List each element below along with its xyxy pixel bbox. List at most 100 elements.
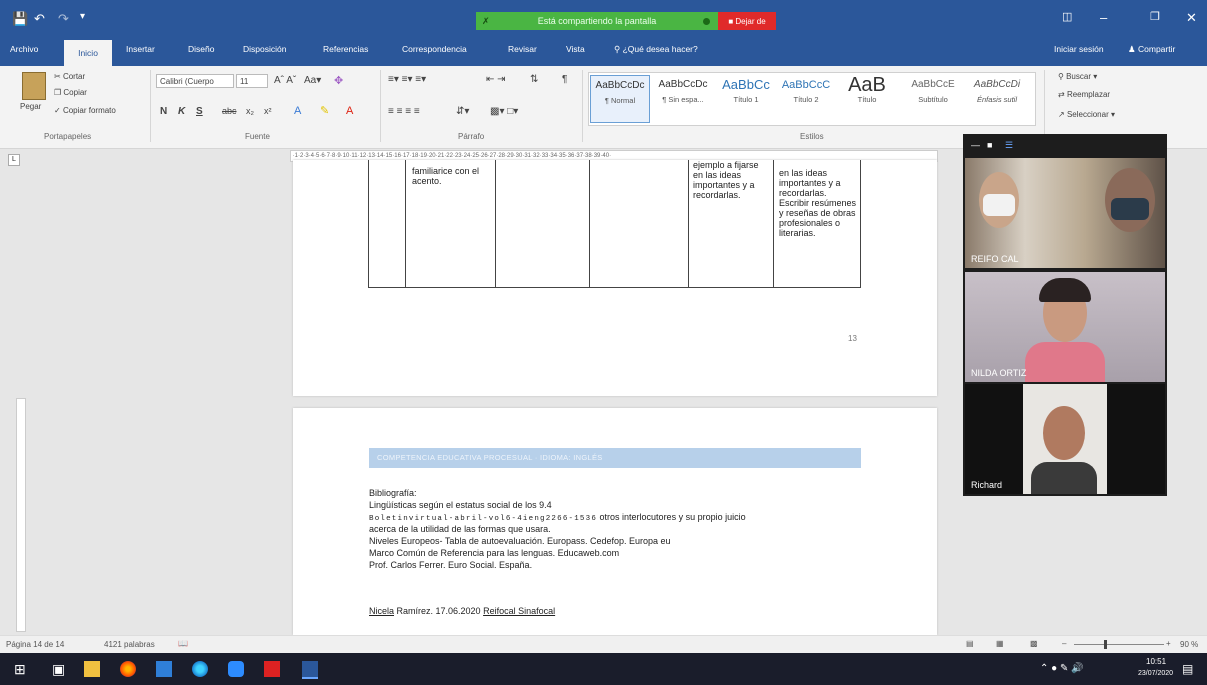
font-grow-shrink-icon[interactable]: Aˆ Aˇ — [274, 75, 296, 86]
kaspersky-icon[interactable] — [264, 661, 280, 677]
subscript-icon[interactable]: x₂ — [246, 106, 254, 116]
web-layout-icon[interactable]: ▩ — [1030, 639, 1038, 648]
ribbon-display-icon[interactable]: ◫ — [1062, 10, 1072, 23]
paste-button[interactable]: Pegar — [20, 102, 41, 111]
word-app-icon[interactable] — [302, 661, 318, 679]
bibliography-line: Bibliografía: — [369, 488, 417, 498]
close-icon[interactable]: ✕ — [1186, 10, 1197, 26]
view-icon[interactable]: ■ — [987, 140, 992, 150]
tab-mailings[interactable]: Correspondencia — [402, 44, 467, 54]
select-label: Seleccionar — [1066, 110, 1109, 119]
font-size-combo[interactable]: 11 — [236, 74, 268, 88]
mail-icon[interactable] — [156, 661, 172, 677]
style-heading-1[interactable]: AaBbCc Título 1 — [716, 75, 776, 121]
video-tile[interactable]: NILDA ORTIZ — [965, 272, 1165, 382]
page-count[interactable]: Página 14 de 14 — [6, 640, 64, 649]
zoom-level[interactable]: 90 % — [1180, 640, 1198, 649]
strikethrough-icon[interactable]: abc — [222, 106, 237, 116]
underline-icon[interactable]: S — [196, 106, 203, 117]
pilcrow-icon[interactable]: ¶ — [562, 74, 567, 85]
select-button[interactable]: ↗ Seleccionar ▾ — [1058, 110, 1115, 119]
tab-view[interactable]: Vista — [566, 44, 585, 54]
vertical-ruler[interactable] — [16, 398, 26, 632]
save-icon[interactable]: 💾 — [12, 11, 28, 27]
clock-time[interactable]: 10:51 — [1146, 657, 1166, 666]
font-color-icon[interactable]: A — [346, 105, 353, 117]
share-button[interactable]: ♟ Compartir — [1128, 44, 1175, 55]
zoom-app-icon[interactable] — [228, 661, 244, 677]
tab-design[interactable]: Diseño — [188, 44, 214, 54]
customize-toolbar-icon[interactable]: ▾ — [80, 11, 85, 22]
zoom-slider[interactable] — [1074, 644, 1164, 645]
minimize-video-icon[interactable]: — — [971, 140, 980, 150]
bold-icon[interactable]: N — [160, 106, 167, 117]
proofing-icon[interactable]: 📖 — [178, 639, 188, 648]
style-subtitle[interactable]: AaBbCcE Subtítulo — [902, 75, 964, 121]
tab-insert[interactable]: Insertar — [126, 44, 155, 54]
highlight-icon[interactable]: ✎ — [320, 104, 329, 117]
superscript-icon[interactable]: x² — [264, 106, 272, 116]
font-name-combo[interactable]: Calibri (Cuerpo — [156, 74, 234, 88]
italic-icon[interactable]: K — [178, 106, 185, 117]
bullets-icon[interactable]: ≡▾ ≡▾ ≡▾ — [388, 74, 426, 85]
style-normal[interactable]: AaBbCcDc ¶ Normal — [590, 75, 650, 123]
edge-icon[interactable] — [192, 661, 208, 677]
boletin-rest: otros interlocutores y su propio juicio — [597, 512, 746, 522]
maximize-icon[interactable]: ❐ — [1150, 10, 1160, 23]
style-no-spacing[interactable]: AaBbCcDc ¶ Sin espa... — [652, 75, 714, 121]
share-notice: ✗ Está compartiendo la pantalla — [476, 12, 718, 30]
tab-layout[interactable]: Disposición — [243, 44, 286, 54]
tell-me-box[interactable]: ⚲ ¿Qué desea hacer? — [614, 44, 698, 55]
style-title[interactable]: AaB Título — [838, 75, 896, 121]
tab-review[interactable]: Revisar — [508, 44, 537, 54]
paste-icon[interactable] — [22, 72, 46, 100]
style-subtle-emphasis[interactable]: AaBbCcDi Énfasis sutil — [966, 75, 1028, 121]
tab-file[interactable]: Archivo — [10, 44, 38, 54]
notifications-icon[interactable]: ▤ — [1182, 662, 1193, 676]
align-icons[interactable]: ≡ ≡ ≡ ≡ — [388, 106, 420, 117]
word-count[interactable]: 4121 palabras — [104, 640, 155, 649]
read-mode-icon[interactable]: ▤ — [966, 639, 974, 648]
zoom-slider-thumb[interactable] — [1104, 640, 1107, 649]
clear-format-icon[interactable]: ✥ — [334, 74, 343, 87]
video-tile[interactable]: REIFO CAL — [965, 158, 1165, 268]
video-tile[interactable]: Richard — [965, 384, 1165, 494]
replace-button[interactable]: ⇄ Reemplazar — [1058, 90, 1110, 99]
gallery-view-icon[interactable]: ☰ — [1005, 140, 1013, 151]
tab-selector-icon[interactable]: L — [8, 154, 20, 166]
tab-references[interactable]: Referencias — [323, 44, 368, 54]
participant-shirt — [1025, 342, 1105, 382]
stop-share-button[interactable]: ■ Dejar de — [718, 12, 776, 30]
system-tray-icons[interactable]: ⌃ ● ✎ 🔊 — [1040, 663, 1084, 674]
indent-icon[interactable]: ⇤ ⇥ — [486, 74, 506, 85]
file-explorer-icon[interactable] — [84, 661, 100, 677]
find-button[interactable]: ⚲ Buscar ▾ — [1058, 72, 1097, 81]
brush-icon: ✓ — [54, 106, 61, 115]
style-preview: AaBbCc — [722, 77, 770, 92]
tab-home[interactable]: Inicio — [64, 40, 112, 66]
windows-start-icon[interactable]: ⊞ — [14, 661, 30, 677]
video-panel: — ■ ☰ REIFO CAL NILDA ORTIZ Richard — [963, 134, 1167, 496]
copy-button[interactable]: ❐ Copiar — [54, 88, 87, 97]
style-heading-2[interactable]: AaBbCcC Título 2 — [778, 75, 834, 121]
collapse-icon[interactable]: ✗ — [482, 16, 490, 27]
cut-button[interactable]: ✂ Cortar — [54, 72, 85, 81]
bibliography-line: Lingüísticas según el estatus social de … — [369, 500, 552, 510]
task-view-icon[interactable]: ▣ — [52, 661, 68, 677]
minimize-icon[interactable]: – — [1100, 10, 1107, 25]
print-layout-icon[interactable]: ▦ — [996, 639, 1004, 648]
line-spacing-icon[interactable]: ⇵▾ — [456, 106, 469, 117]
undo-icon[interactable]: ↶ — [34, 11, 45, 27]
signin-link[interactable]: Iniciar sesión — [1054, 44, 1104, 54]
clock-date[interactable]: 23/07/2020 — [1138, 670, 1173, 677]
text-effects-icon[interactable]: A — [294, 105, 301, 117]
firefox-icon[interactable] — [120, 661, 136, 677]
zoom-out-icon[interactable]: – — [1062, 639, 1066, 648]
zoom-in-icon[interactable]: + — [1166, 639, 1171, 648]
sort-icon[interactable]: ⇅ — [530, 74, 538, 85]
format-painter-button[interactable]: ✓ Copiar formato — [54, 106, 116, 115]
redo-icon[interactable]: ↷ — [58, 11, 69, 27]
change-case-icon[interactable]: Aa▾ — [304, 75, 321, 86]
shading-icon[interactable]: ▩▾ □▾ — [490, 106, 518, 117]
document-page: COMPETENCIA EDUCATIVA PROCESUAL · IDIOMA… — [293, 408, 937, 635]
